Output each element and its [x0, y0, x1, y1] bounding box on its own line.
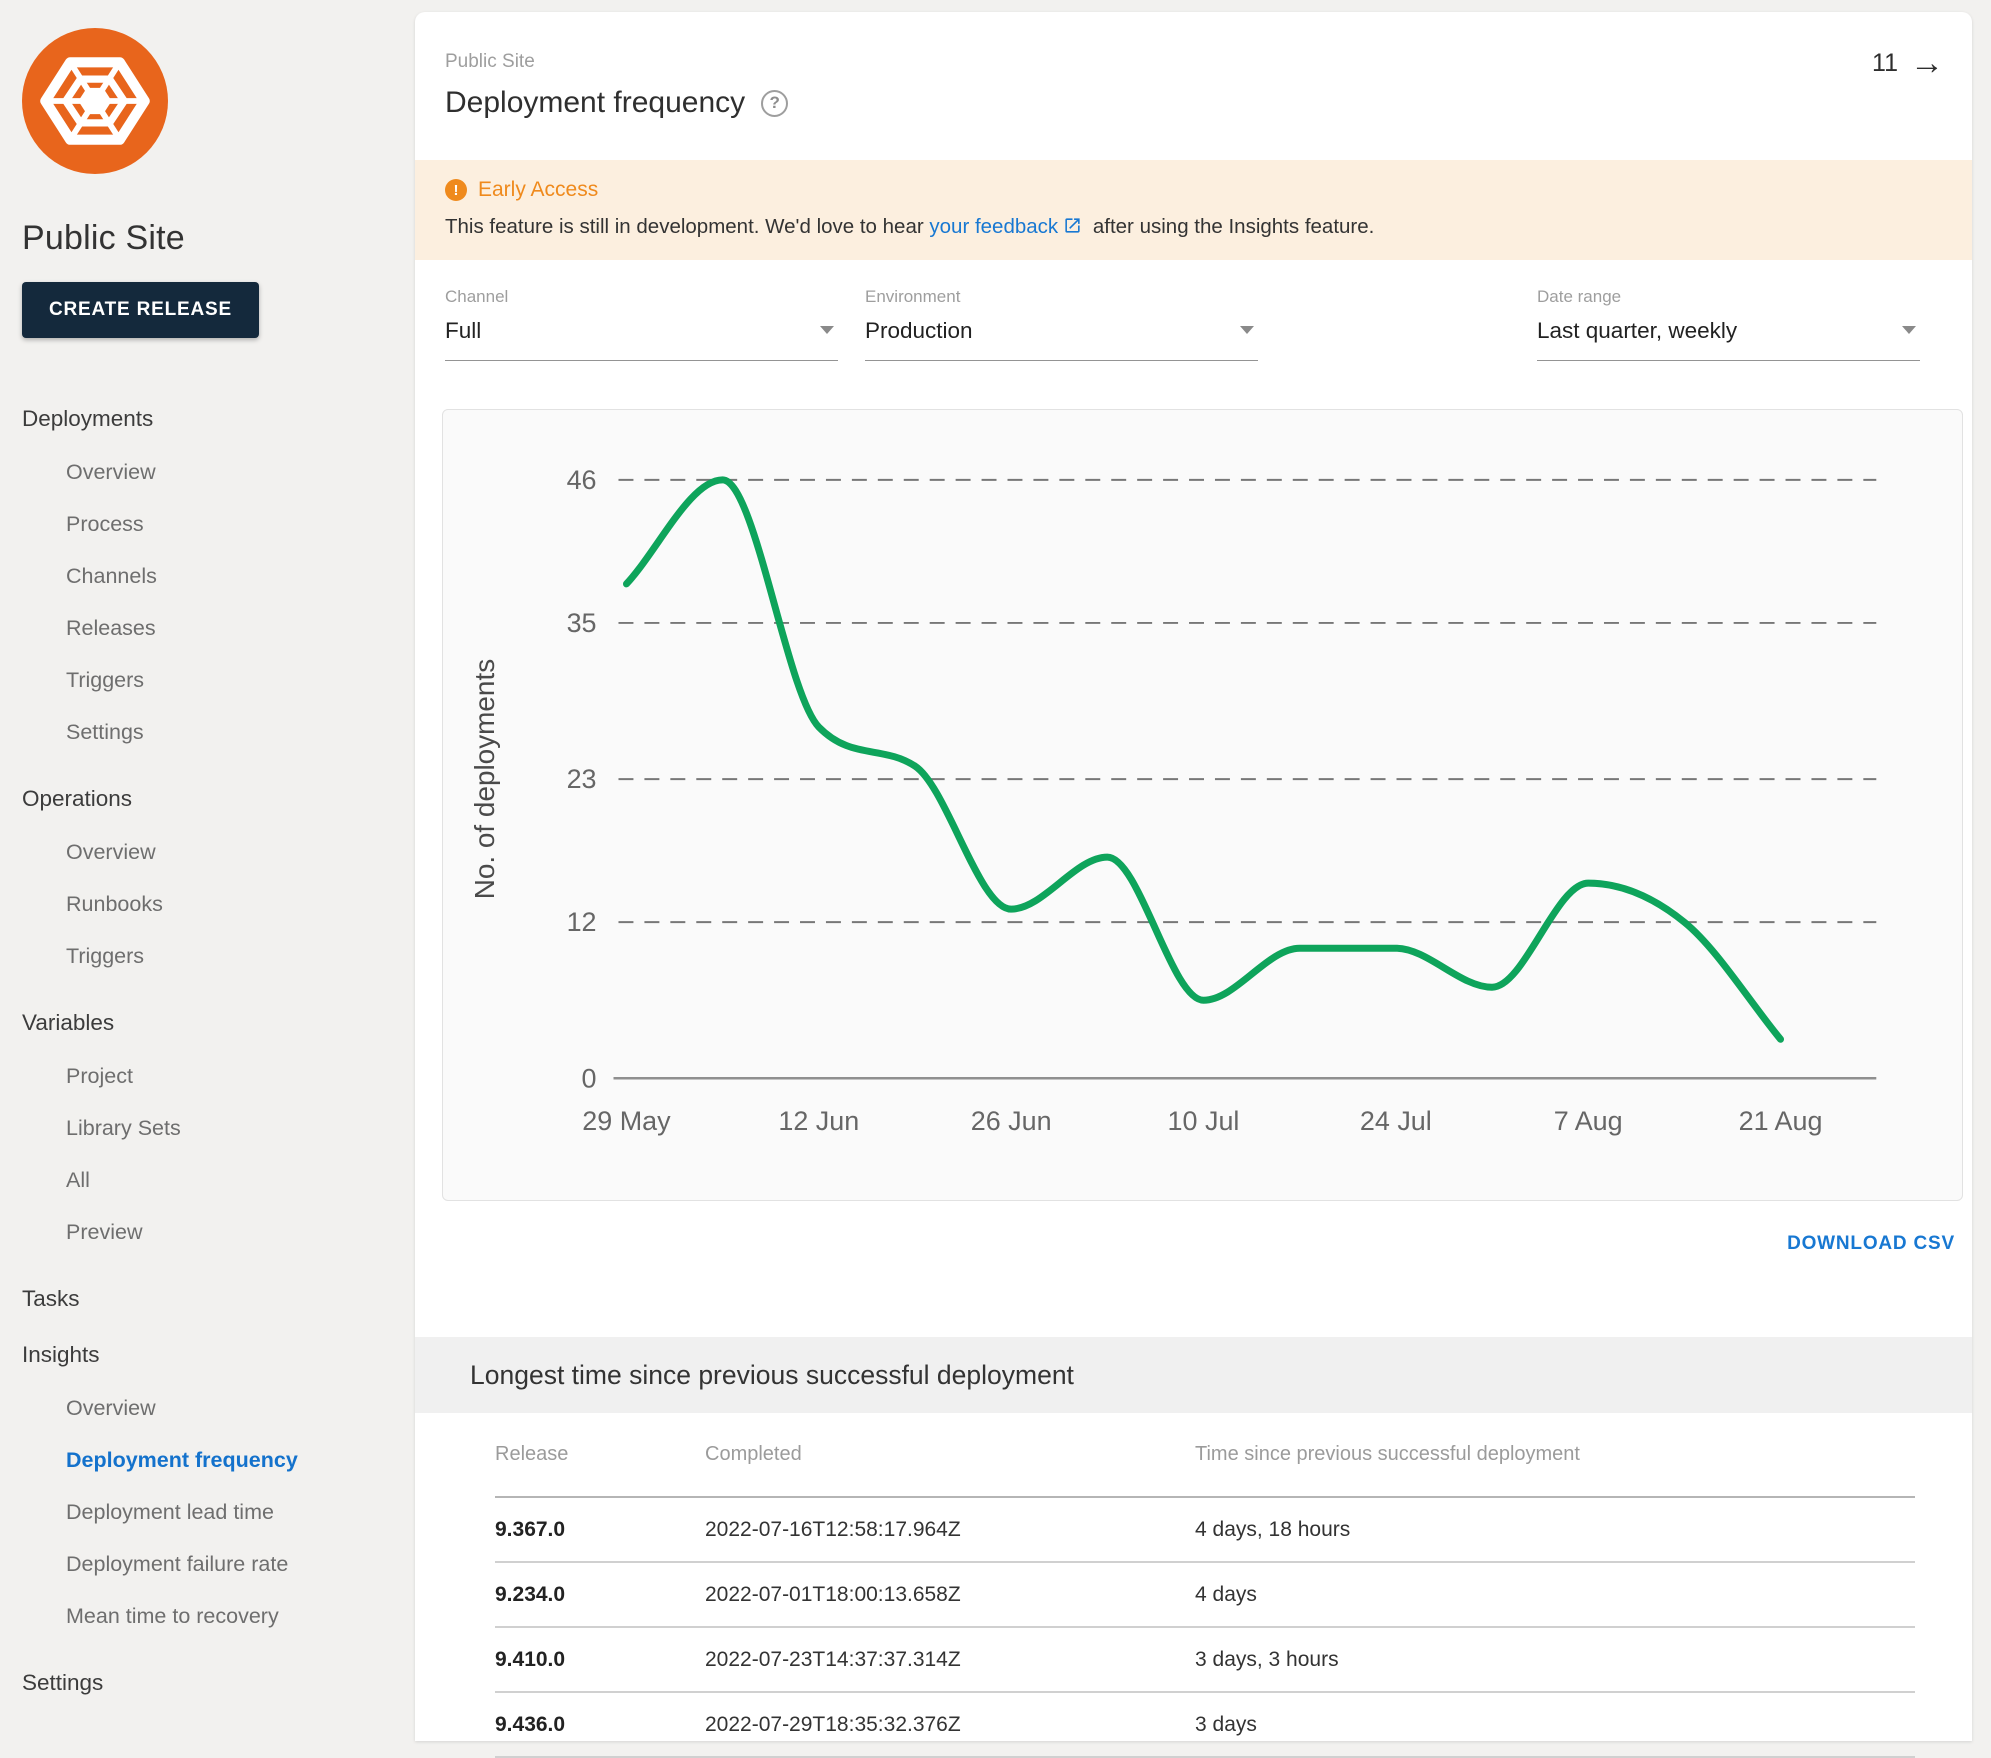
section-band: Longest time since previous successful d… — [415, 1337, 1972, 1413]
header-count-link[interactable]: 11 → — [1872, 46, 1944, 80]
sidebar-item-deployment-lead-time[interactable]: Deployment lead time — [22, 1486, 415, 1538]
arrow-right-icon: → — [1910, 46, 1944, 80]
count-value: 11 — [1872, 49, 1898, 78]
table-cell: 4 days, 18 hours — [1195, 1518, 1915, 1542]
deployments-line-series — [626, 480, 1780, 1039]
page: { "colors": { "brand_orange": "#e8651c",… — [0, 0, 1991, 1741]
sidebar-item-all[interactable]: All — [22, 1154, 415, 1206]
help-question-icon[interactable]: ? — [761, 90, 788, 117]
project-logo spiderweb-icon — [22, 28, 168, 174]
filter-label: Channel — [445, 286, 838, 307]
table-cell: 3 days, 3 hours — [1195, 1648, 1915, 1672]
sidebar-item-preview[interactable]: Preview — [22, 1206, 415, 1258]
sidebar-section-insights[interactable]: Insights — [22, 1340, 415, 1370]
sidebar-nav: DeploymentsOverviewProcessChannelsReleas… — [22, 404, 415, 1698]
table-cell: 9.436.0 — [495, 1713, 705, 1737]
filter-label: Environment — [865, 286, 1258, 307]
chart-panel: 0 12 23 35 46 No. of deployments 29 May 12 Jun 2… — [442, 409, 1963, 1201]
sidebar-item-project[interactable]: Project — [22, 1050, 415, 1102]
x-tick-label: 24 Jul — [1360, 1106, 1432, 1136]
sidebar-section-deployments[interactable]: Deployments — [22, 404, 415, 434]
feedback-link[interactable]: your feedback — [929, 215, 1058, 238]
banner-text-after: after using the Insights feature. — [1087, 215, 1374, 238]
table-cell: 3 days — [1195, 1713, 1915, 1737]
banner-text-before: This feature is still in development. We… — [445, 215, 929, 238]
x-tick-label: 7 Aug — [1554, 1106, 1623, 1136]
column-header: Release — [495, 1443, 705, 1466]
table-cell: 4 days — [1195, 1583, 1915, 1607]
sidebar-item-process[interactable]: Process — [22, 498, 415, 550]
table-cell: 9.234.0 — [495, 1583, 705, 1607]
table-row[interactable]: 9.367.02022-07-16T12:58:17.964Z4 days, 1… — [495, 1498, 1915, 1563]
table-cell: 9.367.0 — [495, 1518, 705, 1542]
breadcrumb[interactable]: Public Site — [445, 50, 1972, 74]
table-cell: 9.410.0 — [495, 1648, 705, 1672]
filter-select-date-range[interactable]: Date range Last quarter, weekly — [1537, 286, 1920, 361]
y-tick-label: 0 — [582, 1063, 597, 1093]
filter-value: Full — [445, 316, 838, 346]
table-row[interactable]: 9.436.02022-07-29T18:35:32.376Z3 days — [495, 1693, 1915, 1758]
chevron-down-icon — [1240, 326, 1254, 334]
filter-select-channel[interactable]: Channel Full — [445, 286, 838, 361]
sidebar-item-overview[interactable]: Overview — [22, 1382, 415, 1434]
section-title: Longest time since previous successful d… — [470, 1360, 1074, 1391]
page-header: Public Site Deployment frequency ? 11 → — [415, 12, 1972, 124]
table-cell: 2022-07-23T14:37:37.314Z — [705, 1648, 1195, 1672]
create-release-button[interactable]: CREATE RELEASE — [22, 282, 259, 338]
y-tick-label: 35 — [567, 608, 597, 638]
sidebar: Public Site CREATE RELEASE Deployments Ov… — [0, 0, 415, 1741]
sidebar-item-runbooks[interactable]: Runbooks — [22, 878, 415, 930]
table-row[interactable]: 9.234.02022-07-01T18:00:13.658Z4 days — [495, 1563, 1915, 1628]
sidebar-item-mean-time-to-recovery[interactable]: Mean time to recovery — [22, 1590, 415, 1642]
filter-value: Last quarter, weekly — [1537, 316, 1920, 346]
y-tick-label: 23 — [567, 764, 597, 794]
sidebar-item-overview[interactable]: Overview — [22, 826, 415, 878]
chevron-down-icon — [1902, 326, 1916, 334]
sidebar-item-triggers[interactable]: Triggers — [22, 930, 415, 982]
download-csv-link[interactable]: DOWNLOAD CSV — [1787, 1233, 1955, 1254]
alert-icon: ! — [445, 179, 467, 201]
early-access-label: Early Access — [478, 178, 598, 202]
y-tick-label: 12 — [567, 907, 597, 937]
y-axis-label: No. of deployments — [469, 659, 500, 899]
column-header: Completed — [705, 1443, 1195, 1466]
x-tick-label: 29 May — [582, 1106, 671, 1136]
x-tick-label: 21 Aug — [1739, 1106, 1823, 1136]
sidebar-item-settings[interactable]: Settings — [22, 706, 415, 758]
sidebar-section-settings[interactable]: Settings — [22, 1668, 415, 1698]
y-tick-label: 46 — [567, 465, 597, 495]
x-tick-label: 26 Jun — [971, 1106, 1052, 1136]
sidebar-item-library-sets[interactable]: Library Sets — [22, 1102, 415, 1154]
main-card: Public Site Deployment frequency ? 11 → … — [415, 12, 1972, 1741]
filter-value: Production — [865, 316, 1258, 346]
sidebar-item-deployment-failure-rate[interactable]: Deployment failure rate — [22, 1538, 415, 1590]
project-name: Public Site — [22, 218, 415, 258]
banner-text: This feature is still in development. We… — [445, 214, 1942, 240]
table-row[interactable]: 9.410.02022-07-23T14:37:37.314Z3 days, 3… — [495, 1628, 1915, 1693]
x-tick-label: 10 Jul — [1168, 1106, 1240, 1136]
table-cell: 2022-07-01T18:00:13.658Z — [705, 1583, 1195, 1607]
sidebar-item-overview[interactable]: Overview — [22, 446, 415, 498]
longest-time-table: ReleaseCompletedTime since previous succ… — [495, 1413, 1915, 1758]
chevron-down-icon — [820, 326, 834, 334]
filters-row: Channel Full Environment Production Date ran… — [445, 286, 1920, 361]
sidebar-section-variables[interactable]: Variables — [22, 1008, 415, 1038]
sidebar-item-triggers[interactable]: Triggers — [22, 654, 415, 706]
external-link-icon — [1063, 216, 1082, 235]
x-tick-label: 12 Jun — [778, 1106, 859, 1136]
column-header: Time since previous successful deploymen… — [1195, 1443, 1915, 1466]
page-title: Deployment frequency — [445, 86, 745, 120]
table-cell: 2022-07-29T18:35:32.376Z — [705, 1713, 1195, 1737]
table-header-row: ReleaseCompletedTime since previous succ… — [495, 1413, 1915, 1498]
early-access-banner: ! Early Access This feature is still in … — [415, 160, 1972, 260]
sidebar-section-operations[interactable]: Operations — [22, 784, 415, 814]
table-cell: 2022-07-16T12:58:17.964Z — [705, 1518, 1195, 1542]
sidebar-item-channels[interactable]: Channels — [22, 550, 415, 602]
sidebar-section-tasks[interactable]: Tasks — [22, 1284, 415, 1314]
filter-label: Date range — [1537, 286, 1920, 307]
sidebar-item-deployment-frequency[interactable]: Deployment frequency — [22, 1434, 415, 1486]
deployment-frequency-chart: 0 12 23 35 46 No. of deployments 29 May 12 Jun 2… — [443, 410, 1962, 1200]
sidebar-item-releases[interactable]: Releases — [22, 602, 415, 654]
filter-select-environment[interactable]: Environment Production — [865, 286, 1258, 361]
